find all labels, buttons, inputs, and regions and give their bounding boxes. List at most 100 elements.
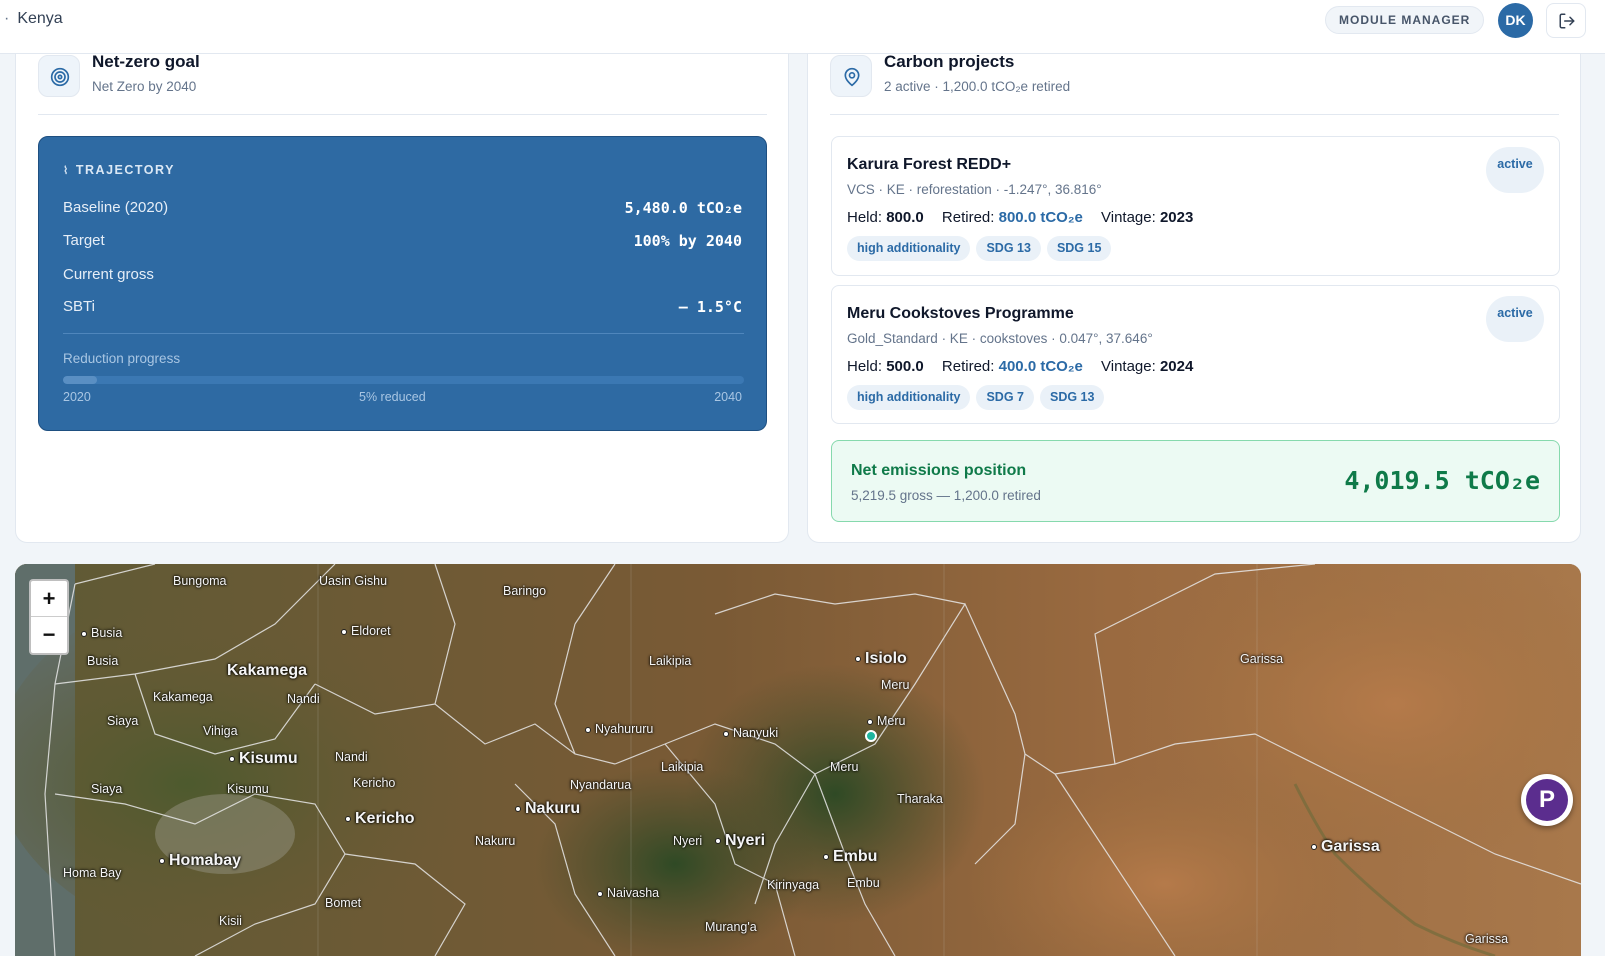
- map-town-label: Nakuru: [515, 800, 580, 818]
- project-meta: VCS · KE · reforestation · -1.247°, 36.8…: [847, 182, 1102, 197]
- zoom-control: + −: [29, 579, 69, 655]
- map-town-label: Kirinyaga: [767, 878, 820, 892]
- assistant-logo-icon: P: [1526, 779, 1568, 821]
- net-emissions-subtitle: 5,219.5 gross — 1,200.0 retired: [851, 488, 1041, 503]
- project-tag: SDG 7: [976, 385, 1034, 410]
- net-zero-title: Net-zero goal: [92, 52, 200, 71]
- map-town-label: Murang'a: [705, 920, 757, 934]
- map-town-label: Garissa: [1240, 652, 1284, 666]
- map-town-label: Tharaka: [897, 792, 943, 806]
- project-vintage: 2024: [1159, 358, 1194, 375]
- project-tag: high additionality: [847, 385, 971, 410]
- town-point-icon: [345, 815, 351, 822]
- map-town-label: Garissa: [1465, 932, 1509, 946]
- breadcrumb: · Kenya: [4, 10, 63, 27]
- map-town-label: Meru: [881, 678, 910, 692]
- map-town-label: Eldoret: [341, 624, 391, 638]
- logout-button[interactable]: [1546, 3, 1586, 38]
- net-zero-goal-card: Net-zero goal Net Zero by 2040 ⌇ TRAJECTO…: [15, 20, 789, 543]
- map-town-label: Busia: [87, 654, 119, 668]
- net-emissions-title: Net emissions position: [851, 462, 1027, 479]
- zoom-out-button[interactable]: −: [31, 617, 67, 653]
- carbon-projects-title: Carbon projects: [884, 52, 1015, 71]
- map-town-label: Nandi: [287, 692, 320, 706]
- town-point-icon: [1311, 843, 1317, 850]
- project-vintage: 2023: [1159, 209, 1194, 226]
- project-name: Karura Forest REDD+: [847, 156, 1012, 173]
- town-point-icon: [855, 655, 861, 662]
- map-town-label: Nandi: [335, 750, 368, 764]
- town-point-icon: [229, 755, 235, 762]
- top-bar: · Kenya MODULE MANAGER DK: [0, 0, 1605, 54]
- project-card[interactable]: Karura Forest REDD+ VCS · KE · reforesta…: [831, 136, 1560, 276]
- town-point-icon: [823, 853, 829, 860]
- carbon-projects-subtitle: 2 active · 1,200.0 tCO₂e retired: [884, 79, 1071, 94]
- map-town-label: Siaya: [107, 714, 139, 728]
- card-divider: [830, 114, 1559, 115]
- traj-row-label: SBTi: [63, 298, 95, 315]
- map-town-label: Kericho: [345, 810, 415, 828]
- map-town-label: Meru: [867, 714, 905, 728]
- project-stats: Held: 800.0 Retired: 800.0 tCO₂e Vintage…: [847, 209, 1194, 226]
- project-tag: SDG 13: [1039, 385, 1105, 410]
- trajectory-panel: ⌇ TRAJECTORY Baseline (2020) 5,480.0 tCO₂…: [38, 136, 767, 431]
- town-point-icon: [585, 726, 591, 733]
- map-town-label: Homa Bay: [63, 866, 122, 880]
- map-town-label: Nyahururu: [585, 722, 653, 736]
- user-avatar[interactable]: DK: [1498, 3, 1533, 38]
- reduction-progress-fill: [63, 376, 98, 384]
- project-held: 800.0: [886, 209, 924, 226]
- project-stats: Held: 500.0 Retired: 400.0 tCO₂e Vintage…: [847, 358, 1194, 375]
- project-marker[interactable]: [865, 730, 877, 742]
- town-point-icon: [341, 628, 347, 635]
- net-zero-subtitle: Net Zero by 2040: [92, 79, 197, 94]
- module-manager-button[interactable]: MODULE MANAGER: [1325, 6, 1485, 34]
- map-town-label: Kisumu: [227, 782, 269, 796]
- project-name: Meru Cookstoves Programme: [847, 305, 1074, 322]
- town-point-icon: [515, 805, 521, 812]
- town-point-icon: [159, 857, 165, 864]
- town-point-icon: [597, 890, 603, 897]
- trend-icon: ⌇: [63, 165, 70, 177]
- project-retired: 800.0 tCO₂e: [998, 209, 1083, 226]
- assistant-button[interactable]: P: [1521, 774, 1573, 826]
- project-held: 500.0: [886, 358, 924, 375]
- map-town-label: Nyeri: [715, 832, 765, 850]
- project-card[interactable]: Meru Cookstoves Programme Gold_Standard …: [831, 285, 1560, 424]
- map-town-label: Meru: [830, 760, 859, 774]
- card-divider: [38, 114, 767, 115]
- map-pin-icon: [830, 55, 872, 97]
- map-town-label: Baringo: [503, 584, 547, 598]
- map-town-label: Kisumu: [229, 750, 298, 768]
- project-retired: 400.0 tCO₂e: [998, 358, 1083, 375]
- map-town-label: Laikipia: [649, 654, 692, 668]
- map-town-label: Isiolo: [855, 650, 907, 668]
- project-tag: SDG 13: [976, 236, 1041, 261]
- map-town-label: Embu: [847, 876, 880, 890]
- map-town-label: Kericho: [353, 776, 396, 790]
- map-town-label: Vihiga: [203, 724, 238, 738]
- traj-row-value: — 1.5°C: [678, 298, 742, 316]
- zoom-in-button[interactable]: +: [31, 581, 67, 617]
- traj-row-label: Baseline (2020): [63, 199, 169, 216]
- map-town-label: Bungoma: [173, 574, 227, 588]
- net-emissions-panel: Net emissions position 5,219.5 gross — 1…: [831, 440, 1560, 522]
- reduction-progress-bar: [63, 376, 744, 384]
- map-town-label: Kisii: [219, 914, 242, 928]
- map-town-label: Kakamega: [153, 690, 213, 704]
- target-icon: [38, 55, 80, 97]
- map-town-label: Siaya: [91, 782, 123, 796]
- status-badge: active: [1486, 147, 1544, 193]
- axis-middle: 5% reduced: [359, 390, 426, 404]
- trajectory-label: ⌇ TRAJECTORY: [63, 163, 175, 177]
- traj-row-value: 100% by 2040: [633, 232, 742, 250]
- map-town-label: Nanyuki: [723, 726, 778, 740]
- map-town-label: Laikipia: [661, 760, 704, 774]
- satellite-map[interactable]: + − Bungoma Uasin Gishu Baringo Busia Busia E…: [15, 564, 1581, 956]
- net-emissions-value: 4,019.5 tCO₂e: [1344, 466, 1540, 495]
- project-tag: high additionality: [847, 236, 971, 261]
- status-badge: active: [1486, 296, 1544, 342]
- breadcrumb-country[interactable]: Kenya: [17, 10, 62, 27]
- map-town-label: Embu: [823, 848, 877, 866]
- town-point-icon: [81, 630, 87, 637]
